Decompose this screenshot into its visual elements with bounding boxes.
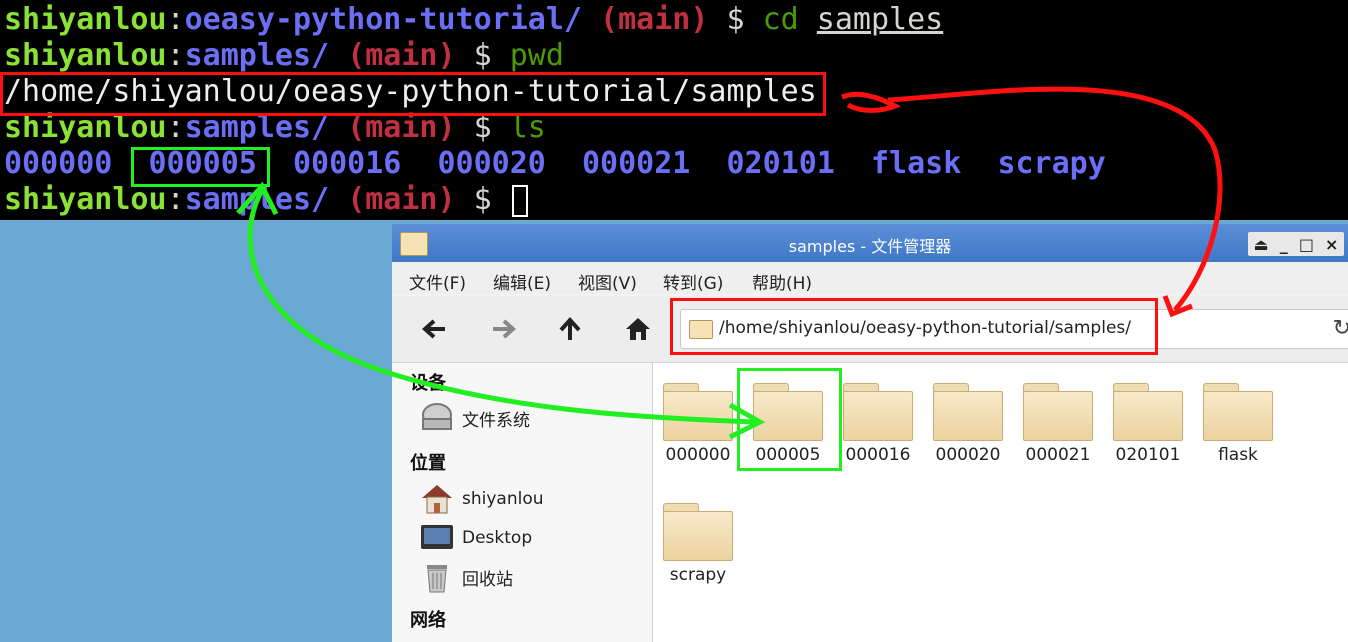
folder-name: 000021 bbox=[1025, 445, 1091, 465]
title-bar[interactable]: samples - 文件管理器 ⏏ _ □ × bbox=[392, 224, 1348, 262]
home-icon bbox=[626, 318, 650, 340]
folder-icon bbox=[933, 383, 1003, 441]
folder-item[interactable]: 000016 bbox=[833, 383, 923, 465]
terminal-cursor[interactable] bbox=[511, 184, 528, 217]
menu-file[interactable]: 文件(F) bbox=[409, 269, 466, 294]
sidebar-item-desktop[interactable]: Desktop bbox=[420, 520, 532, 556]
menu-edit[interactable]: 编辑(E) bbox=[493, 269, 551, 294]
listing-entry: 000016 bbox=[293, 146, 402, 181]
prompt-symbol: $ bbox=[473, 182, 492, 217]
minimize-button[interactable]: _ bbox=[1280, 235, 1288, 254]
folder-name: 000016 bbox=[845, 445, 911, 465]
folder-icon bbox=[663, 383, 733, 441]
terminal-line-prompt: shiyanlou:samples/ (main) $ bbox=[4, 182, 528, 218]
sidebar-item-label: Desktop bbox=[462, 528, 533, 548]
folder-icon bbox=[663, 503, 733, 561]
sidebar-item-filesystem[interactable]: 文件系统 bbox=[420, 400, 530, 436]
folder-name: scrapy bbox=[669, 565, 727, 585]
listing-entry: scrapy bbox=[997, 146, 1106, 181]
command-text: cd bbox=[762, 2, 799, 37]
trash-icon bbox=[420, 560, 454, 594]
close-button[interactable]: × bbox=[1325, 235, 1338, 254]
sidebar-item-home[interactable]: shiyanlou bbox=[420, 481, 544, 517]
prompt-symbol: $ bbox=[726, 2, 745, 37]
prompt-user: shiyanlou bbox=[4, 182, 167, 217]
listing-entry: 000020 bbox=[437, 146, 546, 181]
folder-item[interactable]: 000020 bbox=[923, 383, 1013, 465]
sidebar-heading-places: 位置 bbox=[410, 453, 446, 474]
listing-000005-highlight bbox=[131, 147, 270, 187]
command-text: pwd bbox=[509, 38, 564, 73]
prompt-user: shiyanlou bbox=[4, 2, 167, 37]
window-title: samples - 文件管理器 bbox=[788, 237, 952, 256]
sidebar-item-label: 文件系统 bbox=[462, 410, 530, 431]
prompt-colon: : bbox=[166, 182, 185, 217]
folder-icon bbox=[1203, 383, 1273, 441]
listing-entry: 000021 bbox=[582, 146, 691, 181]
sidebar-item-label: 回收站 bbox=[462, 569, 513, 590]
location-bar-highlight bbox=[670, 298, 1158, 355]
menu-go[interactable]: 转到(G) bbox=[663, 269, 723, 294]
folder-item[interactable]: 020101 bbox=[1103, 383, 1193, 465]
listing-entry: 000000 bbox=[4, 146, 113, 181]
prompt-path: samples/ bbox=[184, 38, 330, 73]
listing-entry: flask bbox=[871, 146, 962, 181]
up-button[interactable] bbox=[554, 314, 586, 344]
prompt-colon: : bbox=[166, 38, 185, 73]
folder-icon bbox=[1113, 383, 1183, 441]
shade-button[interactable]: ⏏ bbox=[1254, 235, 1269, 254]
arrow-left-icon bbox=[421, 319, 445, 339]
folder-item[interactable]: 000000 bbox=[653, 383, 743, 465]
sidebar-heading-devices: 设备 bbox=[410, 373, 446, 394]
folder-item[interactable]: 000021 bbox=[1013, 383, 1103, 465]
reload-icon[interactable]: ↻ bbox=[1333, 316, 1348, 341]
terminal-line-cd: shiyanlou:oeasy-python-tutorial/ (main) … bbox=[4, 2, 943, 38]
prompt-path: samples/ bbox=[184, 182, 330, 217]
sidebar-item-trash[interactable]: 回收站 bbox=[420, 559, 513, 595]
menu-bar: 文件(F) 编辑(E) 视图(V) 转到(G) 帮助(H) bbox=[392, 262, 1348, 294]
arrow-up-icon bbox=[559, 317, 581, 340]
menu-view[interactable]: 视图(V) bbox=[578, 269, 637, 294]
prompt-branch: (main) bbox=[347, 38, 456, 73]
prompt-user: shiyanlou bbox=[4, 38, 167, 73]
prompt-colon: : bbox=[166, 2, 185, 37]
folder-icon bbox=[1023, 383, 1093, 441]
sidebar: 设备 文件系统 位置 shiyanlou Desktop 回收站 网络 bbox=[392, 363, 653, 642]
folder-name: flask bbox=[1218, 445, 1258, 465]
prompt-path: oeasy-python-tutorial/ bbox=[184, 2, 582, 37]
folder-item[interactable]: scrapy bbox=[653, 503, 743, 585]
pwd-output-highlight bbox=[0, 72, 826, 116]
folder-name: 000020 bbox=[935, 445, 1001, 465]
command-arg: samples bbox=[816, 2, 944, 37]
sidebar-heading-network: 网络 bbox=[410, 610, 446, 631]
sidebar-item-label: shiyanlou bbox=[462, 489, 544, 509]
folder-name: 000000 bbox=[665, 445, 731, 465]
terminal-line-pwd: shiyanlou:samples/ (main) $ pwd bbox=[4, 38, 564, 74]
prompt-symbol: $ bbox=[473, 38, 492, 73]
drive-icon bbox=[420, 401, 454, 435]
desktop-icon bbox=[420, 521, 454, 555]
home-button[interactable] bbox=[622, 314, 654, 344]
listing-entry: 020101 bbox=[726, 146, 835, 181]
file-manager-window[interactable]: samples - 文件管理器 ⏏ _ □ × 文件(F) 编辑(E) 视图(V… bbox=[392, 224, 1348, 642]
forward-button[interactable] bbox=[488, 314, 520, 344]
folder-name: 020101 bbox=[1115, 445, 1181, 465]
maximize-button[interactable]: □ bbox=[1299, 235, 1314, 254]
folder-icon bbox=[843, 383, 913, 441]
folder-item[interactable]: flask bbox=[1193, 383, 1283, 465]
menu-help[interactable]: 帮助(H) bbox=[752, 269, 812, 294]
home-folder-icon bbox=[420, 482, 454, 516]
folder-000005-highlight bbox=[737, 368, 842, 471]
back-button[interactable] bbox=[418, 314, 450, 344]
window-controls: ⏏ _ □ × bbox=[1248, 232, 1344, 256]
arrow-right-icon bbox=[493, 319, 517, 339]
prompt-branch: (main) bbox=[600, 2, 709, 37]
prompt-branch: (main) bbox=[347, 182, 456, 217]
